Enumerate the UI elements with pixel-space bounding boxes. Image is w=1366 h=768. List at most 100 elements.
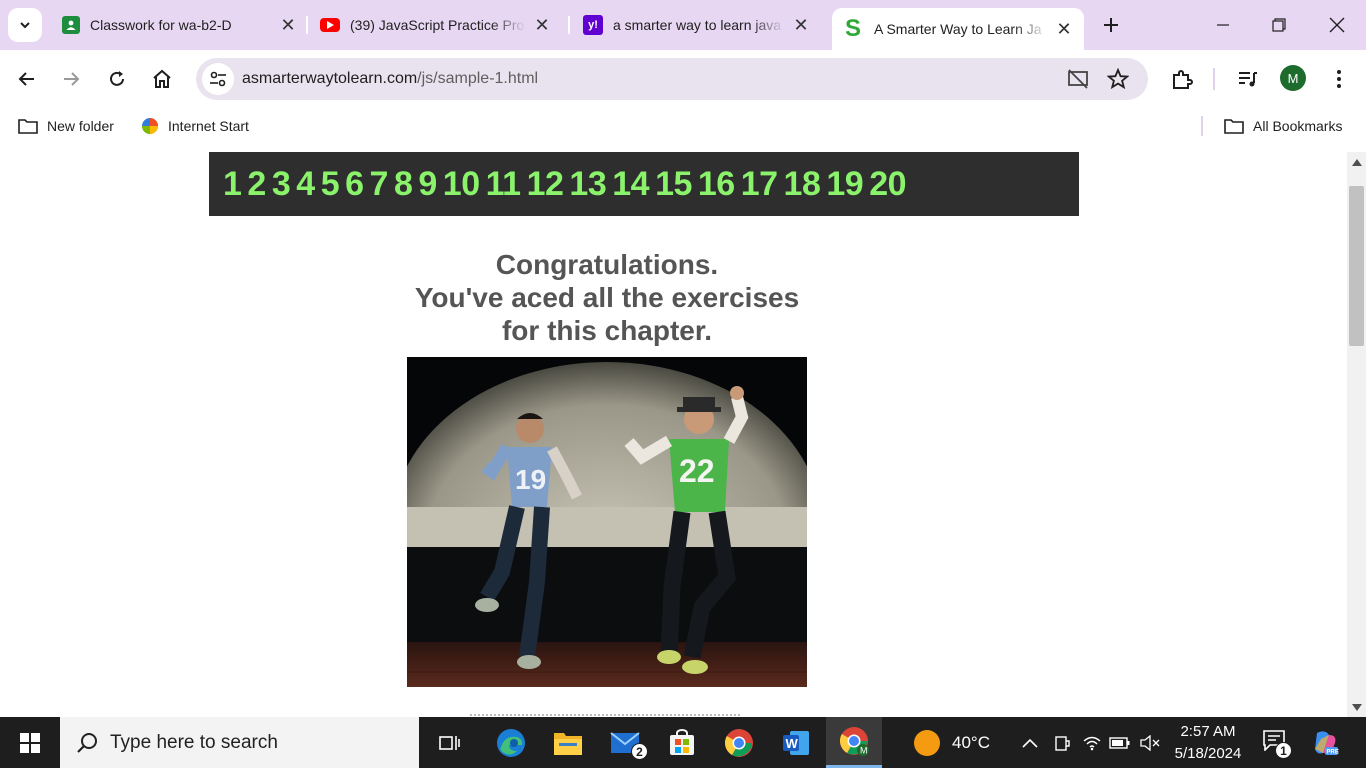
chapter-link-3[interactable]: 3 xyxy=(272,165,291,204)
edge-app[interactable] xyxy=(483,717,539,768)
scrollbar-thumb[interactable] xyxy=(1349,186,1364,346)
file-explorer-app[interactable] xyxy=(540,717,596,768)
chapter-link-1[interactable]: 1 xyxy=(223,165,242,204)
notification-center-button[interactable]: 1 xyxy=(1262,729,1292,759)
svg-text:M: M xyxy=(860,746,868,756)
chapter-link-11[interactable]: 11 xyxy=(486,165,521,204)
all-bookmarks-button[interactable]: All Bookmarks xyxy=(1224,116,1342,136)
bookmark-new-folder[interactable]: New folder xyxy=(18,116,114,136)
restore-button[interactable] xyxy=(1256,8,1302,42)
address-bar[interactable]: asmarterwaytolearn.com/js/sample-1.html xyxy=(196,58,1148,100)
chapter-link-15[interactable]: 15 xyxy=(655,165,692,204)
chapter-link-17[interactable]: 17 xyxy=(741,165,778,204)
chevron-down-icon xyxy=(20,22,30,29)
tab-youtube[interactable]: (39) JavaScript Practice Pro ✕ xyxy=(320,8,558,42)
browser-menu-button[interactable] xyxy=(1322,62,1356,96)
chapter-link-5[interactable]: 5 xyxy=(321,165,340,204)
tab-classwork[interactable]: Classwork for wa-b2-D ✕ xyxy=(58,8,298,42)
bookmark-star-icon[interactable] xyxy=(1106,67,1130,91)
notification-count-badge: 1 xyxy=(1275,742,1292,759)
close-icon[interactable]: ✕ xyxy=(1054,19,1074,39)
tune-icon xyxy=(210,71,226,87)
copilot-icon[interactable]: PRE xyxy=(1311,729,1339,757)
temperature: 40°C xyxy=(952,732,990,752)
volume-muted-icon[interactable] xyxy=(1138,731,1162,755)
tab-yahoo[interactable]: y! a smarter way to learn java ✕ xyxy=(583,8,819,42)
device-icon[interactable] xyxy=(1050,731,1074,755)
word-icon: W xyxy=(783,730,809,755)
close-icon[interactable]: ✕ xyxy=(791,15,811,35)
minimize-button[interactable] xyxy=(1200,8,1246,42)
mail-unread-badge: 2 xyxy=(631,743,648,760)
chapter-link-10[interactable]: 10 xyxy=(443,165,480,204)
extensions-button[interactable] xyxy=(1165,62,1199,96)
chapter-link-7[interactable]: 7 xyxy=(370,165,389,204)
chapter-link-18[interactable]: 18 xyxy=(784,165,821,204)
search-icon xyxy=(77,732,97,753)
chapter-link-9[interactable]: 9 xyxy=(418,165,437,204)
queue-music-icon xyxy=(1239,72,1257,87)
chrome-app[interactable] xyxy=(711,717,767,768)
reload-icon xyxy=(110,71,124,86)
url-text: asmarterwaytolearn.com/js/sample-1.html xyxy=(242,70,538,88)
store-app[interactable] xyxy=(654,717,710,768)
tab-separator xyxy=(306,16,308,34)
internet-start-icon xyxy=(142,118,158,134)
weather-widget[interactable]: 40°C xyxy=(914,717,990,768)
bookmark-label: Internet Start xyxy=(168,118,249,134)
tab-title: Classwork for wa-b2-D xyxy=(90,17,232,33)
folder-icon xyxy=(554,732,582,755)
svg-text:22: 22 xyxy=(679,453,715,489)
browser-toolbar: asmarterwaytolearn.com/js/sample-1.html … xyxy=(0,50,1366,110)
close-window-button[interactable] xyxy=(1314,8,1360,42)
taskbar-search-box[interactable]: Type here to search xyxy=(60,717,419,768)
forward-button[interactable] xyxy=(54,62,88,96)
arrow-left-icon xyxy=(18,72,34,86)
tab-search-button[interactable] xyxy=(8,8,42,42)
scroll-up-arrow[interactable] xyxy=(1350,156,1364,168)
system-clock[interactable]: 2:57 AM 5/18/2024 xyxy=(1170,721,1246,765)
reload-button[interactable] xyxy=(100,62,134,96)
mail-app[interactable]: 2 xyxy=(598,717,654,768)
chapter-link-16[interactable]: 16 xyxy=(698,165,735,204)
chapter-link-14[interactable]: 14 xyxy=(612,165,649,204)
chapter-link-4[interactable]: 4 xyxy=(296,165,315,204)
start-button[interactable] xyxy=(0,717,60,768)
home-button[interactable] xyxy=(145,62,179,96)
chapter-link-20[interactable]: 20 xyxy=(869,165,906,204)
site-info-button[interactable] xyxy=(202,63,234,95)
back-button[interactable] xyxy=(10,62,44,96)
congrats-line: for this chapter. xyxy=(501,315,713,346)
tab-smarter-way-active[interactable]: S A Smarter Way to Learn Ja ✕ xyxy=(832,8,1084,50)
cast-blocked-icon[interactable] xyxy=(1066,67,1090,91)
bookmark-internet-start[interactable]: Internet Start xyxy=(141,116,249,136)
chevron-up-icon[interactable] xyxy=(1018,731,1042,755)
tab-title: A Smarter Way to Learn Ja xyxy=(874,21,1042,37)
chapter-link-12[interactable]: 12 xyxy=(527,165,564,204)
chapter-link-13[interactable]: 13 xyxy=(569,165,606,204)
bookmarks-bar: New folder Internet Start All Bookmarks xyxy=(0,110,1366,142)
media-controls-button[interactable] xyxy=(1231,62,1265,96)
folder-icon xyxy=(18,119,38,134)
close-icon[interactable]: ✕ xyxy=(278,15,298,35)
chapter-link-6[interactable]: 6 xyxy=(345,165,364,204)
svg-text:19: 19 xyxy=(515,464,546,495)
chapter-link-8[interactable]: 8 xyxy=(394,165,413,204)
battery-icon[interactable] xyxy=(1108,731,1132,755)
arrow-right-icon xyxy=(64,72,80,86)
profile-avatar[interactable]: M xyxy=(1280,65,1306,91)
chapter-number-bar: 1 2 3 4 5 6 7 8 9 10 11 12 13 14 15 16 17 18 19 20 xyxy=(209,152,1079,216)
scroll-down-arrow[interactable] xyxy=(1350,701,1364,713)
tab-separator xyxy=(568,16,570,34)
chrome-profile-app[interactable]: M xyxy=(826,717,882,768)
task-view-button[interactable] xyxy=(422,717,478,768)
chapter-link-19[interactable]: 19 xyxy=(826,165,863,204)
chapter-link-2[interactable]: 2 xyxy=(247,165,266,204)
word-app[interactable]: W xyxy=(768,717,824,768)
new-tab-button[interactable] xyxy=(1098,12,1124,38)
close-icon[interactable]: ✕ xyxy=(532,15,552,35)
svg-text:PRE: PRE xyxy=(1327,750,1339,756)
clock-date: 5/18/2024 xyxy=(1174,745,1242,762)
edge-icon xyxy=(497,728,525,757)
wifi-icon[interactable] xyxy=(1080,731,1104,755)
